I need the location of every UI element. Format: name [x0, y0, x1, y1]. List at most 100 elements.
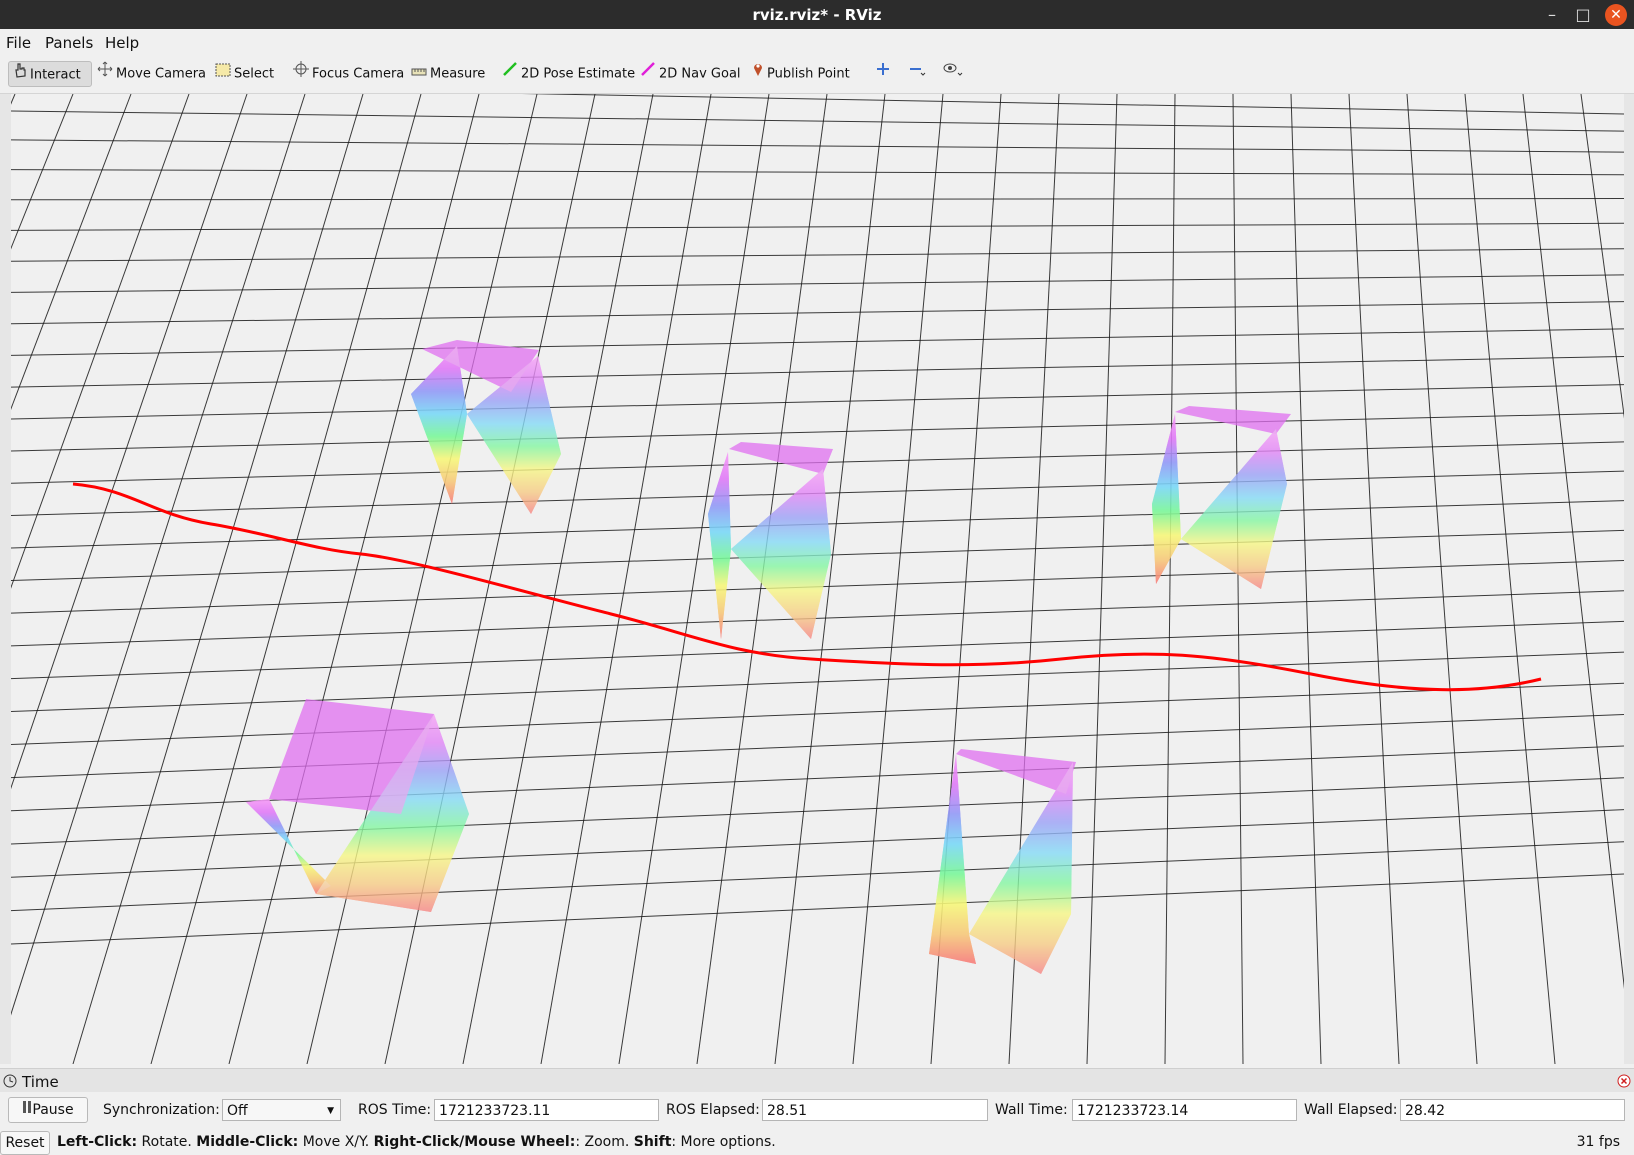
grid-line — [1232, 94, 1244, 1064]
measure-label: Measure — [430, 66, 486, 82]
grid-line — [11, 651, 1624, 713]
move-camera-label: Move Camera — [116, 66, 207, 82]
ros-time-field[interactable]: 1721233723.11 — [434, 1099, 659, 1121]
focus-camera-icon — [293, 61, 309, 87]
sync-label: Synchronization: — [103, 1102, 220, 1118]
grid-line — [11, 139, 1624, 153]
hand-icon — [13, 62, 27, 88]
mouse-hint: Left-Click: Rotate. Middle-Click: Move X… — [57, 1134, 776, 1150]
hint-shift: Shift — [633, 1134, 672, 1150]
grid-line — [11, 110, 1624, 132]
view-tool-button[interactable] — [942, 61, 967, 87]
eye-icon — [942, 61, 964, 87]
sync-select[interactable]: Off ▼ — [222, 1099, 341, 1121]
nav-goal-tool-button[interactable]: 2D Nav Goal — [640, 61, 741, 87]
ros-time-label: ROS Time: — [358, 1102, 432, 1118]
measure-tool-button[interactable]: Measure — [411, 61, 485, 87]
minus-icon — [908, 61, 926, 87]
point-cloud-box — [411, 346, 467, 504]
grid-line — [11, 809, 1624, 878]
point-cloud-box — [1152, 414, 1181, 584]
pause-button[interactable]: Pause — [8, 1097, 88, 1123]
time-panel-title: Time — [22, 1073, 59, 1091]
hint-zoom: : Zoom. — [575, 1134, 634, 1150]
grid-line — [1348, 94, 1400, 1064]
hint-left-click: Left-Click: — [57, 1134, 138, 1150]
wall-time-field[interactable]: 1721233723.14 — [1072, 1099, 1297, 1121]
green-arrow-icon — [502, 61, 518, 87]
minimize-icon[interactable]: – — [1541, 4, 1563, 26]
menu-file[interactable]: File — [6, 34, 31, 52]
grid-line — [11, 714, 1624, 779]
publish-point-label: Publish Point — [767, 66, 850, 82]
pose-estimate-tool-button[interactable]: 2D Pose Estimate — [502, 61, 635, 87]
menu-bar: File Panels Help — [0, 29, 1634, 55]
hint-more: : More options. — [671, 1134, 776, 1150]
point-cloud-box — [969, 762, 1073, 974]
menu-help[interactable]: Help — [105, 34, 139, 52]
add-tool-button[interactable] — [875, 61, 894, 87]
grid-line — [11, 328, 1624, 356]
grid-line — [11, 745, 1624, 812]
publish-point-tool-button[interactable]: Publish Point — [752, 61, 850, 87]
ros-elapsed-field[interactable]: 28.51 — [762, 1099, 988, 1121]
grid-line — [72, 94, 364, 1064]
wall-time-label: Wall Time: — [995, 1102, 1068, 1118]
left-panel-collapse-strip[interactable] — [0, 94, 11, 1064]
time-panel: Pause Synchronization: Off ▼ ROS Time: 1… — [0, 1092, 1634, 1126]
focus-camera-tool-button[interactable]: Focus Camera — [293, 61, 404, 87]
select-tool-button[interactable]: Select — [215, 61, 274, 87]
right-panel-collapse-strip[interactable] — [1624, 94, 1634, 1064]
map-pin-icon — [752, 61, 764, 87]
grid-line — [1522, 94, 1624, 990]
grid-line — [384, 94, 596, 1064]
grid-line — [11, 620, 1624, 680]
clock-icon — [3, 1074, 17, 1092]
window-title: rviz.rviz* - RViz — [752, 6, 882, 24]
window-titlebar: rviz.rviz* - RViz – □ ✕ — [0, 0, 1634, 29]
sync-value: Off — [227, 1103, 248, 1119]
point-cloud-box — [708, 452, 731, 639]
ruler-icon — [411, 61, 427, 87]
move-camera-tool-button[interactable]: Move Camera — [97, 61, 206, 87]
reset-button[interactable]: Reset — [0, 1131, 50, 1155]
grid-line — [11, 169, 1624, 176]
fps-counter: 31 fps — [1576, 1134, 1620, 1150]
maximize-icon[interactable]: □ — [1572, 4, 1594, 26]
time-panel-header: Time — [0, 1068, 1634, 1093]
panel-close-icon[interactable] — [1617, 1074, 1631, 1092]
point-cloud-box — [929, 754, 976, 964]
hint-right-click: Right-Click/Mouse Wheel: — [373, 1134, 576, 1150]
wall-elapsed-field[interactable]: 28.42 — [1400, 1099, 1625, 1121]
pose-estimate-label: 2D Pose Estimate — [521, 66, 636, 82]
remove-tool-button[interactable] — [908, 61, 929, 87]
status-bar: Reset Left-Click: Rotate. Middle-Click: … — [0, 1126, 1634, 1155]
hint-move: Move X/Y. — [298, 1134, 374, 1150]
3d-viewport[interactable] — [11, 94, 1624, 1064]
grid-line — [11, 301, 1624, 325]
magenta-arrow-icon — [640, 61, 656, 87]
grid-line — [11, 412, 1624, 452]
grid-line — [1406, 94, 1478, 1064]
pause-icon — [22, 1098, 32, 1122]
grid-line — [1086, 94, 1118, 1064]
point-cloud-box — [729, 442, 833, 474]
grid-line — [11, 873, 1624, 945]
grid-line — [1464, 94, 1556, 1064]
select-icon — [215, 61, 231, 87]
wall-elapsed-label: Wall Elapsed: — [1304, 1102, 1398, 1118]
close-icon[interactable]: ✕ — [1605, 4, 1627, 26]
point-cloud-box — [467, 356, 561, 514]
grid-line — [1164, 94, 1176, 1064]
menu-panels[interactable]: Panels — [45, 34, 93, 52]
toolbar: Interact Move Camera Select Focus Camera… — [0, 55, 1634, 94]
grid-line — [11, 198, 1624, 201]
hint-middle-click: Middle-Click: — [196, 1134, 299, 1150]
grid-line — [11, 248, 1624, 262]
move-camera-icon — [97, 61, 113, 87]
point-cloud-box — [1175, 406, 1291, 434]
interact-tool-button[interactable]: Interact — [8, 61, 92, 87]
plus-icon — [875, 61, 891, 87]
hint-rotate: Rotate. — [137, 1134, 197, 1150]
grid-line — [11, 274, 1624, 293]
